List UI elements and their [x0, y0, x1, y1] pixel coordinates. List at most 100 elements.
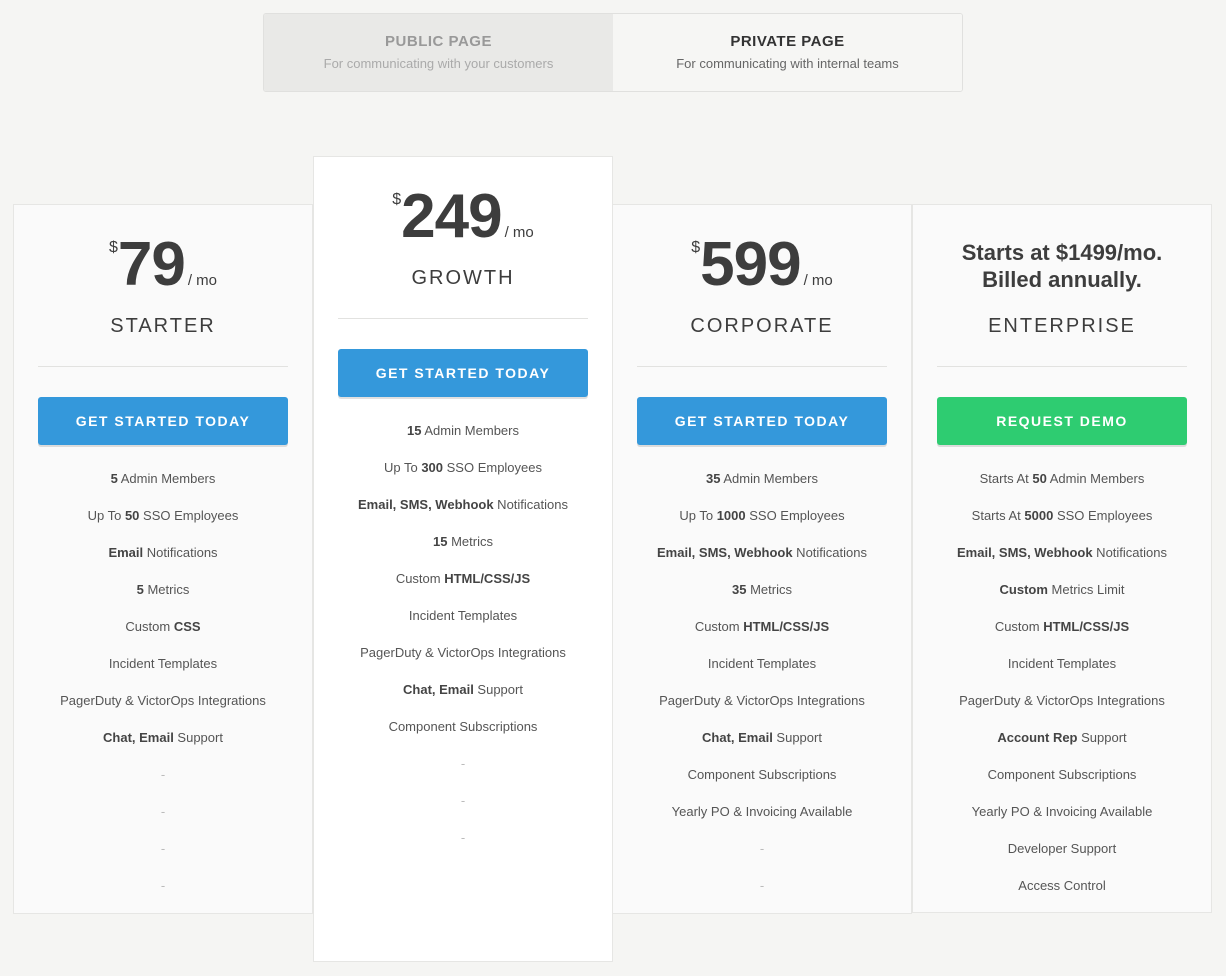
feature-item: PagerDuty & VictorOps Integrations [314, 641, 612, 678]
feature-item: Component Subscriptions [913, 763, 1211, 800]
feature-text: PagerDuty & VictorOps Integrations [60, 693, 266, 708]
feature-text: 50 [124, 508, 140, 523]
feature-item: Starts At 5000 SSO Employees [913, 504, 1211, 541]
feature-text: 15 [433, 534, 448, 549]
feature-text: Incident Templates [408, 608, 518, 623]
not-included-dash: - [759, 878, 765, 893]
feature-text: 50 [1032, 471, 1047, 486]
enterprise-price: Starts at $1499/mo. Billed annually. [913, 205, 1211, 315]
feature-item: Incident Templates [613, 652, 911, 689]
billing-line: Billed annually. [982, 267, 1142, 292]
price-amount: 249 [401, 182, 502, 251]
feature-text: Up To [383, 460, 422, 475]
feature-text: Custom [395, 571, 445, 586]
price-period: / mo [187, 272, 218, 289]
feature-text: SSO Employees [139, 508, 239, 523]
feature-text: Component Subscriptions [388, 719, 538, 734]
feature-text: Yearly PO & Invoicing Available [671, 804, 853, 819]
plan-name: ENTERPRISE [988, 315, 1136, 337]
feature-list: 35 Admin Members Up To 1000 SSO Employees… [613, 467, 911, 911]
feature-item: PagerDuty & VictorOps Integrations [913, 689, 1211, 726]
currency-symbol: $ [691, 239, 701, 256]
plan-name: STARTER [110, 315, 216, 337]
price: $249/ mo [314, 157, 612, 267]
feature-text: 15 [406, 423, 422, 438]
feature-text: Custom [999, 582, 1048, 597]
get-started-button[interactable]: GET STARTED TODAY [38, 397, 288, 445]
not-included-dash: - [160, 767, 166, 782]
feature-text: Custom [694, 619, 744, 634]
feature-text: SSO Employees [745, 508, 845, 523]
feature-item: Account Rep Support [913, 726, 1211, 763]
feature-item: Custom HTML/CSS/JS [913, 615, 1211, 652]
feature-item: Custom HTML/CSS/JS [613, 615, 911, 652]
feature-item: Incident Templates [913, 652, 1211, 689]
get-started-button[interactable]: GET STARTED TODAY [637, 397, 887, 445]
feature-item: - [14, 837, 312, 874]
feature-text: Admin Members [720, 471, 818, 486]
feature-item: Component Subscriptions [613, 763, 911, 800]
price-period: / mo [803, 272, 833, 289]
feature-item: Developer Support [913, 837, 1211, 874]
feature-text: Support [1077, 730, 1127, 745]
get-started-button[interactable]: GET STARTED TODAY [338, 349, 588, 397]
feature-text: Starts At [971, 508, 1025, 523]
feature-item: - [14, 874, 312, 911]
price-amount: 79 [117, 230, 186, 299]
feature-item: Access Control [913, 874, 1211, 911]
feature-text: Metrics Limit [1047, 582, 1125, 597]
feature-text: Incident Templates [707, 656, 817, 671]
currency-symbol: $ [392, 191, 402, 208]
feature-text: Metrics [746, 582, 792, 597]
feature-item: Up To 50 SSO Employees [14, 504, 312, 541]
feature-item: Email, SMS, Webhook Notifications [613, 541, 911, 578]
page-type-toggle: PUBLIC PAGE For communicating with your … [263, 13, 963, 92]
feature-item: Yearly PO & Invoicing Available [913, 800, 1211, 837]
feature-text: Admin Members [421, 423, 519, 438]
feature-text: Notifications [143, 545, 218, 560]
feature-item: 15 Metrics [314, 530, 612, 567]
tab-title: PRIVATE PAGE [730, 33, 845, 50]
price-period: / mo [504, 224, 534, 241]
feature-item: Up To 1000 SSO Employees [613, 504, 911, 541]
not-included-dash: - [759, 841, 765, 856]
not-included-dash: - [460, 756, 466, 771]
feature-text: 35 [732, 582, 747, 597]
feature-text: Custom [994, 619, 1044, 634]
feature-text: PagerDuty & VictorOps Integrations [360, 645, 566, 660]
price-line: Starts at $1499/mo. [961, 240, 1163, 265]
feature-item: Chat, Email Support [14, 726, 312, 763]
feature-item: - [613, 874, 911, 911]
plan-card-corporate: $599/ mo CORPORATE GET STARTED TODAY 35 Adm… [612, 204, 912, 914]
feature-text: Email, SMS, Webhook [957, 545, 1093, 560]
feature-text: Email, SMS, Webhook [657, 545, 793, 560]
feature-text: Chat, Email [103, 730, 174, 745]
feature-item: PagerDuty & VictorOps Integrations [14, 689, 312, 726]
request-demo-button[interactable]: REQUEST DEMO [937, 397, 1187, 445]
feature-text: Email, SMS, Webhook [358, 497, 494, 512]
feature-item: 35 Metrics [613, 578, 911, 615]
feature-item: 5 Metrics [14, 578, 312, 615]
feature-list: 5 Admin Members Up To 50 SSO Employees Ema… [14, 467, 312, 911]
divider [338, 318, 588, 319]
feature-text: Notifications [493, 497, 568, 512]
feature-text: HTML/CSS/JS [1043, 619, 1130, 634]
feature-text: Component Subscriptions [987, 767, 1137, 782]
not-included-dash: - [460, 793, 466, 808]
tab-public-page[interactable]: PUBLIC PAGE For communicating with your … [264, 14, 613, 91]
feature-text: Chat, Email [702, 730, 773, 745]
feature-item: Custom HTML/CSS/JS [314, 567, 612, 604]
price: $599/ mo [613, 205, 911, 315]
price: $79/ mo [14, 205, 312, 315]
feature-item: Chat, Email Support [613, 726, 911, 763]
feature-item: 35 Admin Members [613, 467, 911, 504]
feature-item: 15 Admin Members [314, 419, 612, 456]
feature-text: Incident Templates [1007, 656, 1117, 671]
feature-text: Up To [87, 508, 125, 523]
tab-private-page[interactable]: PRIVATE PAGE For communicating with inte… [613, 14, 962, 91]
feature-text: 5 [110, 471, 118, 486]
feature-text: Support [772, 730, 822, 745]
feature-item: Email, SMS, Webhook Notifications [314, 493, 612, 530]
feature-item: 5 Admin Members [14, 467, 312, 504]
feature-item: Custom CSS [14, 615, 312, 652]
